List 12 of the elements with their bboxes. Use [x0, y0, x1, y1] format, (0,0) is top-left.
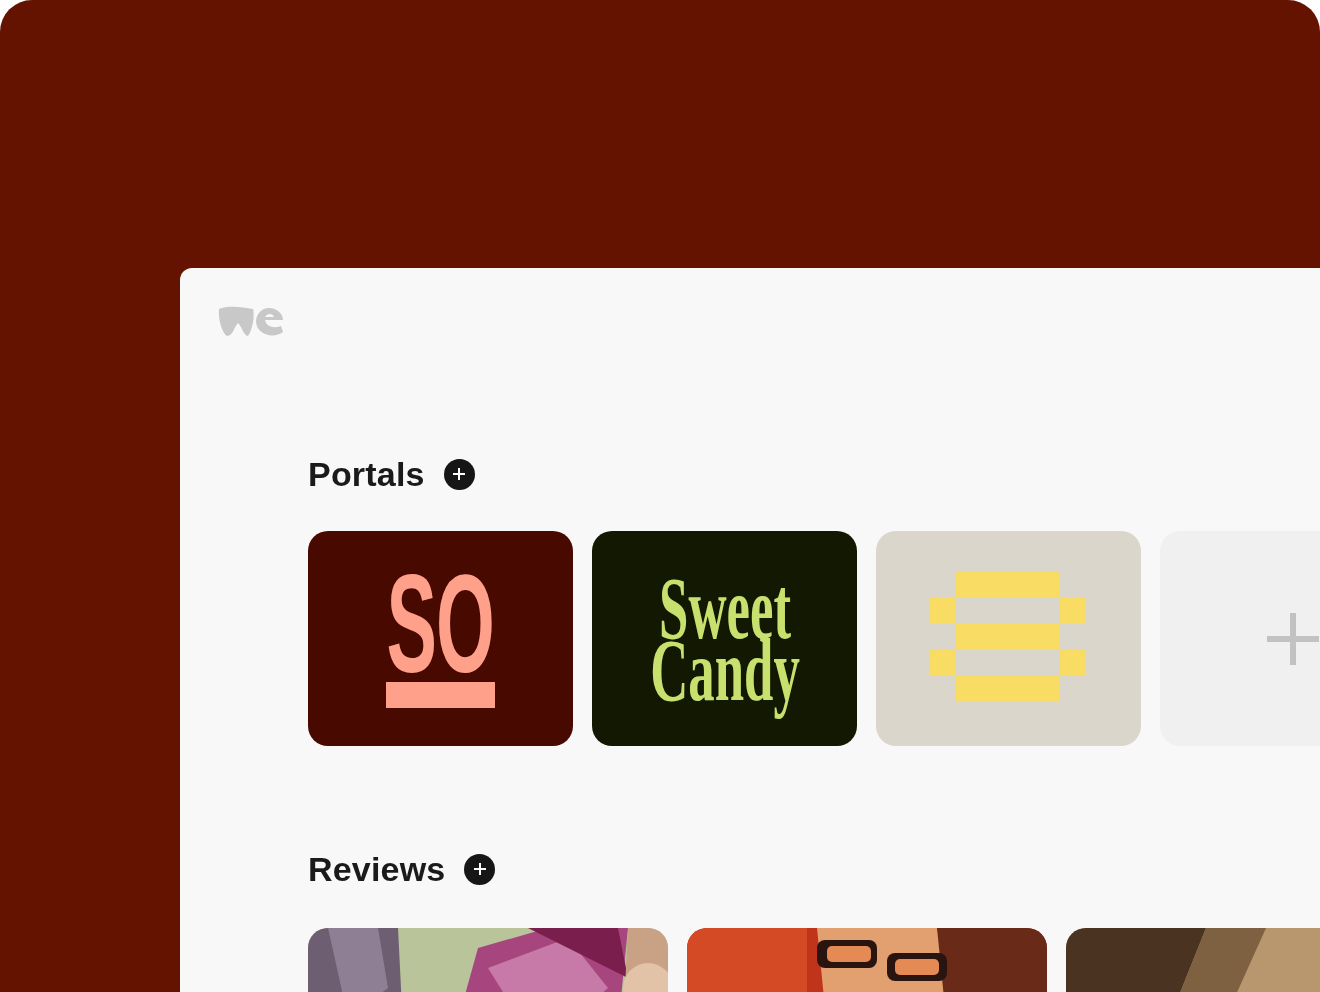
add-button[interactable] — [464, 853, 496, 885]
add-button[interactable] — [443, 458, 475, 490]
plus-icon — [453, 468, 466, 480]
logo-icon — [217, 305, 284, 337]
section-title: Portals — [308, 454, 425, 494]
wordmark-text: Sweet Candy — [648, 573, 801, 718]
portal-card[interactable]: SO — [308, 531, 573, 746]
monogram-text: SO — [386, 569, 495, 678]
plus-icon — [474, 863, 486, 875]
portal-card[interactable]: Sweet Candy — [592, 531, 857, 746]
plus-icon — [1266, 612, 1319, 665]
section-title: Reviews — [308, 849, 446, 889]
